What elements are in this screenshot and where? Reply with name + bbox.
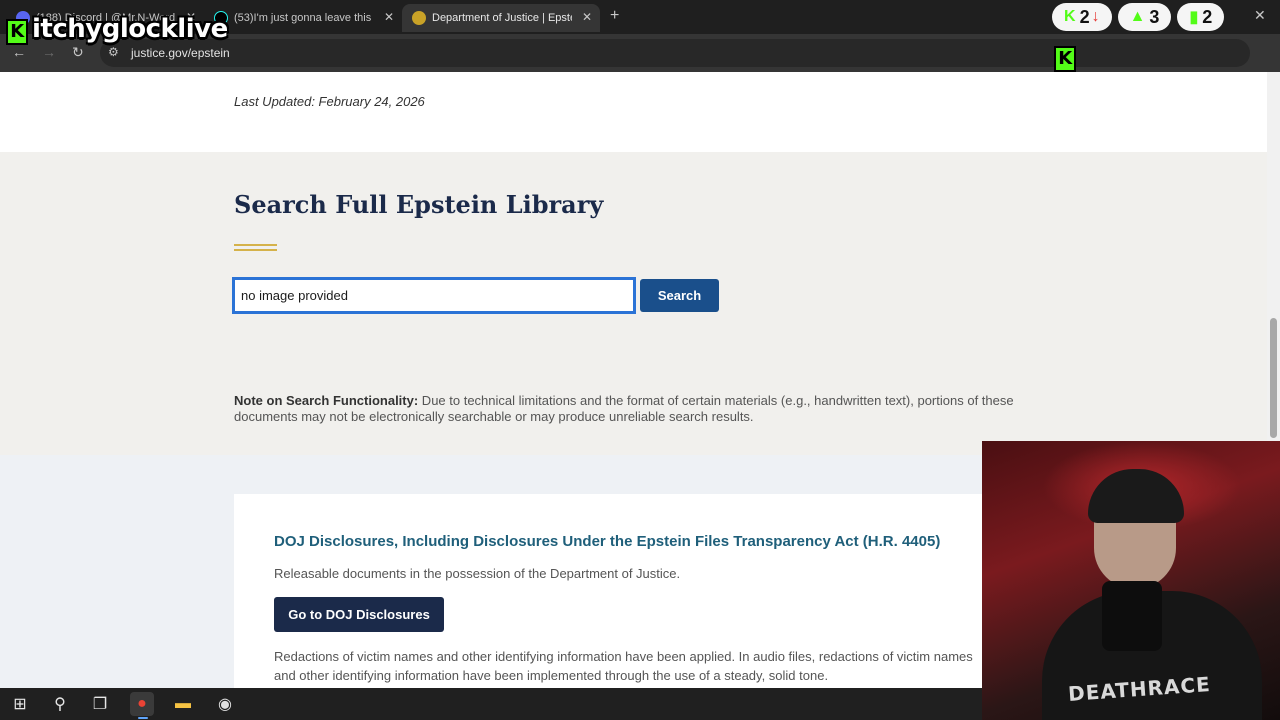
note-label: Note on Search Functionality:: [234, 393, 419, 408]
kick-icon: K: [1064, 8, 1076, 25]
webcam-overlay: DEATHRACE: [982, 441, 1280, 720]
search-button[interactable]: Search: [640, 279, 719, 312]
obs-icon[interactable]: ◉: [213, 692, 237, 716]
microphone-icon: [1102, 581, 1162, 651]
stat-pill: ▲ 3: [1117, 3, 1172, 31]
task-view-icon[interactable]: ❐: [88, 692, 112, 716]
kick-logo-icon: K: [6, 19, 28, 45]
window-close-icon[interactable]: ✕: [1254, 7, 1266, 24]
redaction-note: Redactions of victim names and other ide…: [274, 649, 973, 683]
gold-divider: [234, 249, 277, 251]
streamer-watermark: Kitchyglocklive: [6, 14, 228, 45]
os-taskbar: ⊞ ⚲ ❐ ● ▬ ◉: [0, 688, 982, 720]
close-icon[interactable]: ✕: [582, 10, 592, 24]
file-explorer-icon[interactable]: ▬: [171, 692, 195, 716]
back-icon[interactable]: ←: [12, 44, 26, 60]
site-info-icon[interactable]: ⚙: [108, 45, 119, 59]
disclosures-subtitle: Releasable documents in the possession o…: [274, 566, 681, 581]
stat-pill: ▮ 2: [1177, 3, 1225, 31]
arrow-down-icon: ↓: [1091, 8, 1100, 25]
new-tab-icon[interactable]: +: [610, 7, 619, 25]
user-icon: ▲: [1129, 8, 1146, 25]
url-text[interactable]: justice.gov/epstein: [131, 46, 230, 60]
last-updated: Last Updated: February 24, 2026: [234, 94, 425, 109]
stream-stats: K 2 ↓ ▲ 3 ▮ 2: [1052, 3, 1225, 31]
bars-icon: ▮: [1189, 9, 1199, 26]
search-section: Search Full Epstein Library no image pro…: [0, 152, 1267, 455]
gold-divider: [234, 244, 277, 246]
search-input[interactable]: no image provided: [232, 277, 636, 314]
search-icon[interactable]: ⚲: [48, 692, 72, 716]
disclosures-card: DOJ Disclosures, Including Disclosures U…: [234, 494, 1014, 688]
search-note: Note on Search Functionality: Due to tec…: [234, 393, 1034, 425]
disclosures-title-link[interactable]: DOJ Disclosures, Including Disclosures U…: [274, 533, 940, 550]
scrollbar-thumb[interactable]: [1270, 318, 1277, 438]
tab-doj-epstein[interactable]: Department of Justice | Epstein ✕: [402, 4, 600, 32]
stat-pill: K 2 ↓: [1052, 3, 1112, 31]
kick-logo-icon: K: [1054, 46, 1076, 72]
forward-icon[interactable]: →: [42, 44, 56, 60]
doj-seal-icon: [412, 11, 426, 25]
tab-tiktok[interactable]: (53)I'm just gonna leave this he ✕: [204, 4, 402, 32]
close-icon[interactable]: ✕: [384, 10, 394, 24]
windows-start-icon[interactable]: ⊞: [8, 692, 32, 716]
go-to-doj-disclosures-button[interactable]: Go to DOJ Disclosures: [274, 597, 444, 632]
reload-icon[interactable]: ↻: [72, 44, 84, 61]
search-heading: Search Full Epstein Library: [234, 190, 604, 219]
chrome-icon[interactable]: ●: [130, 692, 154, 719]
